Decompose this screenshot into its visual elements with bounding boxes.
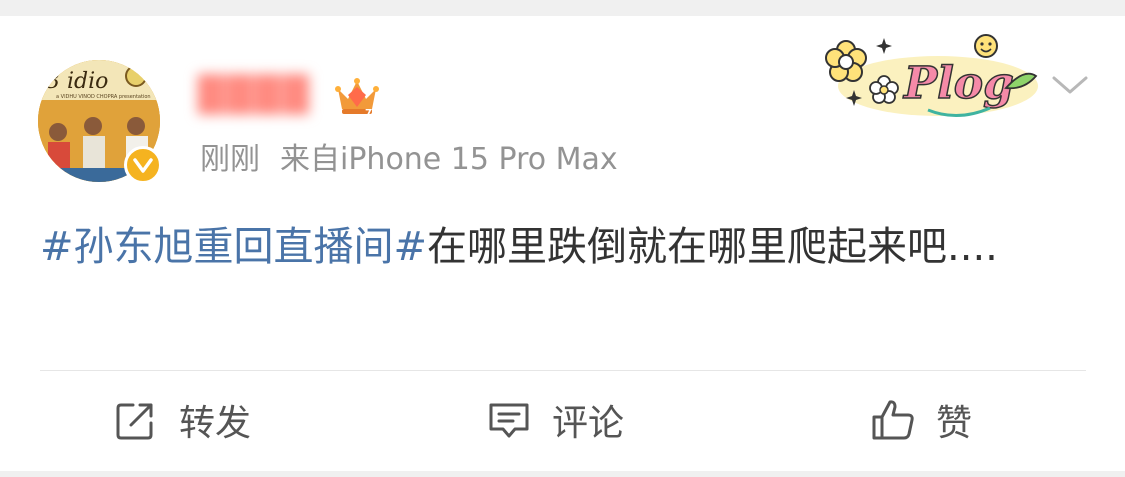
repost-button[interactable]: 转发 [113, 392, 251, 448]
repost-label: 转发 [179, 403, 252, 444]
post-text: 在哪里跌倒就在哪里爬起来吧.... [427, 224, 998, 270]
topic-link[interactable]: #孙东旭重回直播间# [40, 224, 427, 270]
thumbs-up-icon [872, 400, 914, 440]
bottom-gap [0, 471, 1125, 477]
post-meta: 刚刚 来自iPhone 15 Pro Max [200, 140, 618, 180]
top-gap [0, 0, 1125, 16]
comment-icon [489, 403, 529, 438]
plog-sticker-icon: Plog [825, 34, 1038, 118]
comment-label: 评论 [552, 403, 625, 444]
post-source: 来自iPhone 15 Pro Max [280, 142, 618, 177]
chevron-down-icon[interactable] [1050, 70, 1090, 98]
post-content: #孙东旭重回直播间#在哪里跌倒就在哪里爬起来吧.... [40, 212, 1080, 282]
user-name[interactable]: ████ [198, 72, 311, 118]
like-button[interactable]: 赞 [870, 392, 972, 448]
svg-text:7: 7 [365, 108, 372, 119]
divider [40, 370, 1086, 371]
verified-badge-icon [124, 146, 162, 184]
avatar-poster-caption: a VIDHU VINOD CHOPRA presentation [56, 94, 151, 100]
plog-sticker-text: Plog [902, 58, 1014, 109]
member-crown-icon: 7 [335, 78, 379, 119]
like-label: 赞 [936, 403, 973, 444]
post-timestamp: 刚刚 [200, 142, 260, 177]
comment-button[interactable]: 评论 [486, 392, 624, 448]
repost-icon [116, 403, 153, 440]
